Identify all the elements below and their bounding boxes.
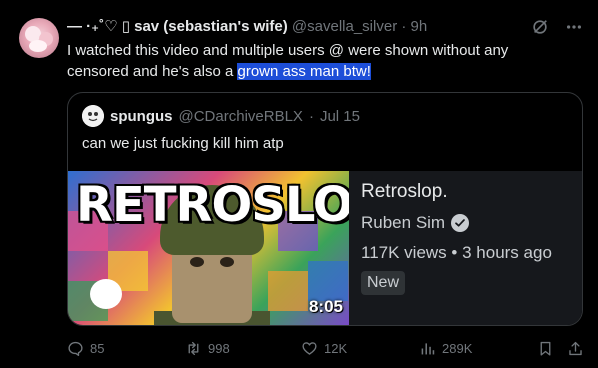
share-button[interactable] <box>567 340 584 357</box>
quoted-timestamp[interactable]: Jul 15 <box>320 108 360 125</box>
thumbnail-title: RETROSLOP <box>76 177 349 233</box>
views-button[interactable]: 289K <box>419 340 472 357</box>
bunny-figure <box>90 279 122 309</box>
video-card[interactable]: RETROSLOP 8:05 Retroslop. Ruben Sim 117K… <box>68 171 582 325</box>
reply-icon <box>68 341 83 356</box>
bookmark-icon <box>540 341 551 356</box>
video-meta: 117K views • 3 hours ago <box>361 243 552 263</box>
post-text-highlighted: grown ass man btw! <box>237 63 371 80</box>
views-icon <box>421 343 435 355</box>
video-meta-separator: • <box>451 243 458 262</box>
reply-button[interactable]: 85 <box>67 340 104 357</box>
video-info: Retroslop. Ruben Sim 117K views • 3 hour… <box>361 179 552 295</box>
video-duration: 8:05 <box>308 297 343 316</box>
video-age: 3 hours ago <box>462 243 552 262</box>
repost-count: 998 <box>208 341 230 356</box>
heart-icon <box>302 342 317 355</box>
author-avatar[interactable] <box>19 18 59 58</box>
header-separator: · <box>401 18 407 35</box>
like-button[interactable]: 12K <box>301 340 347 357</box>
post-top-actions <box>530 17 584 37</box>
like-count: 12K <box>324 341 348 356</box>
channel-name[interactable]: Ruben Sim <box>361 213 445 233</box>
author-name[interactable]: — ·₊˚♡ ▯ sav (sebastian's wife) <box>67 18 288 35</box>
quoted-author-name[interactable]: spungus <box>110 108 173 125</box>
post-text: I watched this video and multiple users … <box>67 40 567 82</box>
post-timestamp[interactable]: 9h <box>411 18 428 35</box>
author-handle[interactable]: @savella_silver <box>292 18 397 35</box>
video-channel[interactable]: Ruben Sim <box>361 213 552 233</box>
verified-check-icon <box>451 214 470 232</box>
video-title[interactable]: Retroslop. <box>361 179 552 205</box>
quoted-author-avatar[interactable] <box>82 105 104 127</box>
quoted-post-header: spungus @CDarchiveRBLX · Jul 15 <box>82 105 360 127</box>
reply-count: 85 <box>90 341 105 356</box>
quoted-post-text: can we just fucking kill him atp <box>82 135 284 152</box>
view-count: 289K <box>442 341 473 356</box>
grok-icon[interactable] <box>530 17 550 37</box>
quoted-post[interactable]: spungus @CDarchiveRBLX · Jul 15 can we j… <box>67 92 583 326</box>
new-badge: New <box>361 271 406 295</box>
more-icon[interactable] <box>564 17 584 37</box>
post-actions: 85 998 12K 289K <box>67 340 587 360</box>
video-thumbnail[interactable]: RETROSLOP 8:05 <box>68 171 349 325</box>
quoted-header-separator: · <box>308 107 314 125</box>
post-header: — ·₊˚♡ ▯ sav (sebastian's wife) @savella… <box>67 17 532 37</box>
video-views: 117K views <box>361 243 447 262</box>
quoted-author-handle[interactable]: @CDarchiveRBLX <box>179 108 303 125</box>
share-icon <box>569 341 582 356</box>
bookmark-button[interactable] <box>537 340 554 357</box>
repost-icon <box>188 341 199 356</box>
repost-button[interactable]: 998 <box>185 340 230 357</box>
